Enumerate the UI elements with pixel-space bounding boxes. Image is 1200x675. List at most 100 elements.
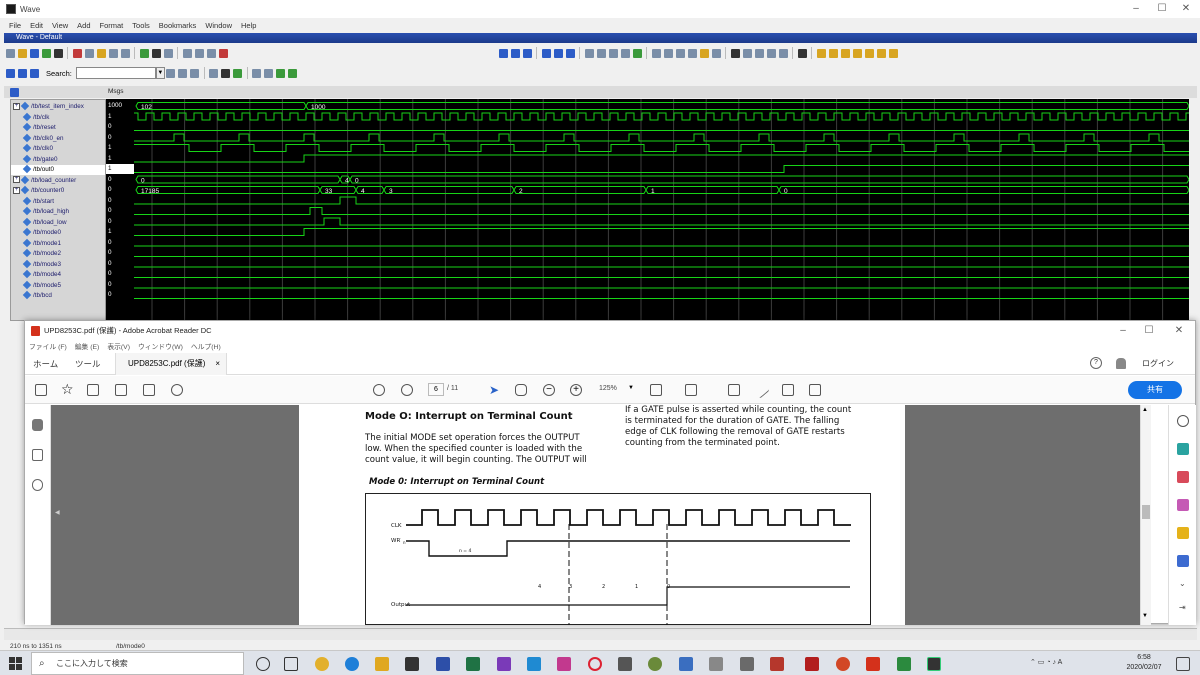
paste-icon[interactable] [96,48,106,58]
signal-row[interactable]: + /tb/test_item_index [11,102,105,112]
signal-name-pane[interactable]: + /tb/test_item_index/tb/clk/tb/reset/tb/… [10,99,106,321]
print-icon[interactable] [115,384,127,396]
app-icon-6[interactable] [740,657,754,671]
attachment-icon[interactable] [32,479,43,491]
signal-row[interactable]: /tb/clk0_en [11,133,105,144]
signal-row[interactable]: /tb/mode1 [11,238,105,249]
rail-zoom-icon[interactable] [1177,415,1189,427]
step-up-icon[interactable] [522,48,532,58]
insert-icon[interactable] [5,68,15,78]
zoom-level[interactable]: 125% [599,385,617,392]
panel-tools-icon[interactable] [10,88,19,97]
insert-bus-icon[interactable] [17,68,27,78]
acrobat-maximize-button[interactable]: ☐ [1139,324,1159,338]
mail-icon[interactable] [143,384,155,396]
app-icon-1[interactable] [557,657,571,671]
help-icon[interactable]: ? [1090,357,1102,369]
acrobat-menu-view[interactable]: 表示(V) [107,341,130,351]
app-icon-3[interactable] [648,657,662,671]
edge-any-icon[interactable] [852,48,862,58]
delete-icon[interactable] [218,48,228,58]
vb-icon[interactable] [436,657,450,671]
menu-file[interactable]: File [9,21,21,30]
explorer-icon[interactable] [375,657,389,671]
signal-row[interactable]: /tb/mode4 [11,270,105,280]
zoom-mode-icon[interactable] [742,48,752,58]
acrobat-menu-window[interactable]: ウィンドウ(W) [138,341,183,351]
cut-icon[interactable] [72,48,82,58]
acrobat-menu-help[interactable]: ヘルプ(H) [191,341,221,351]
zoom-dropdown-icon[interactable]: ▼ [628,385,634,391]
mail-icon[interactable] [405,657,419,671]
expand-icon[interactable]: + [13,102,20,110]
edit-mode-icon[interactable] [754,48,764,58]
share-button[interactable]: 共有 [1128,381,1182,399]
upload-icon[interactable] [87,384,99,396]
signal-value-pane[interactable]: 1000 1 0 0 1 1 1 0 0 0 0 0 1 0 0 0 0 0 0 [106,99,134,321]
edge-search-icon[interactable] [888,48,898,58]
search-input[interactable] [75,67,156,79]
lock-icon[interactable] [32,419,43,431]
sign-icon[interactable] [782,384,794,396]
app-icon-8[interactable] [805,657,819,671]
zoom-full-icon[interactable] [675,48,685,58]
chrome-icon[interactable] [315,657,329,671]
page-number-input[interactable]: 6 [428,383,444,396]
wave-taskbar-icon[interactable] [927,657,941,671]
split-icon[interactable] [797,48,807,58]
bookmark-star-icon[interactable]: ☆ [61,382,74,396]
acrobat-vertical-scrollbar[interactable]: ▲ ▼ [1140,405,1151,625]
app-icon-4[interactable] [679,657,693,671]
signal-row[interactable]: + /tb/counter0 [11,186,105,196]
wave-format-icon[interactable] [209,68,219,78]
save-icon[interactable] [35,384,47,396]
excel-icon[interactable] [466,657,480,671]
search-prev-icon[interactable] [178,68,188,78]
app-icon-7[interactable] [770,657,784,671]
page-fit-icon[interactable] [650,384,662,396]
scroll-up-icon[interactable]: ▲ [1142,407,1148,413]
signal-row[interactable]: /tb/mode3 [11,259,105,270]
minimize-button[interactable]: – [1126,2,1146,16]
scroll-down-icon[interactable]: ▼ [1142,613,1148,619]
expand-icon[interactable] [29,68,39,78]
prev-page-icon[interactable] [373,384,385,396]
tab-home[interactable]: ホーム [33,358,58,370]
edge-prev-icon[interactable] [864,48,874,58]
redo-arrow-icon[interactable] [510,48,520,58]
signal-row[interactable]: /tb/reset [11,123,105,133]
hand-icon[interactable] [515,384,527,396]
next-page-icon[interactable] [401,384,413,396]
signal-row[interactable]: /tb/gate0 [11,154,105,165]
cortana-icon[interactable] [256,657,270,671]
print-icon[interactable] [53,48,63,58]
acrobat-menu-edit[interactable]: 編集 (E) [75,341,100,351]
menu-format[interactable]: Format [100,21,124,30]
step-over-icon[interactable] [553,48,563,58]
up-arrow-icon[interactable] [498,48,508,58]
wave-step3-icon[interactable] [276,68,286,78]
help-icon[interactable] [194,48,204,58]
collapse-rail-icon[interactable]: ⇥ [1179,603,1186,612]
signal-row[interactable]: /tb/out0 [11,165,105,175]
tab-tools[interactable]: ツール [75,358,101,370]
zoom-in-icon[interactable]: + [570,384,582,396]
dataflow-icon[interactable] [766,48,776,58]
input-language[interactable]: A [1058,659,1063,666]
menu-view[interactable]: View [52,21,68,30]
signal-row[interactable]: /tb/load_high [11,207,105,217]
cursor-prev-icon[interactable] [608,48,618,58]
expand-rail-icon[interactable]: ⌄ [1179,579,1186,588]
wave-fill-icon[interactable] [233,68,243,78]
save-icon[interactable] [29,48,39,58]
open-icon[interactable] [17,48,27,58]
cursor-next-icon[interactable] [620,48,630,58]
zoom-range-icon[interactable] [699,48,709,58]
new-icon[interactable] [5,48,15,58]
menu-bookmarks[interactable]: Bookmarks [159,21,197,30]
acrobat-menu-file[interactable]: ファイル (F) [29,341,67,351]
edge-icon[interactable] [345,657,359,671]
menu-add[interactable]: Add [77,21,90,30]
fill-sign-icon[interactable] [809,384,821,396]
cursor-add-icon[interactable] [584,48,594,58]
